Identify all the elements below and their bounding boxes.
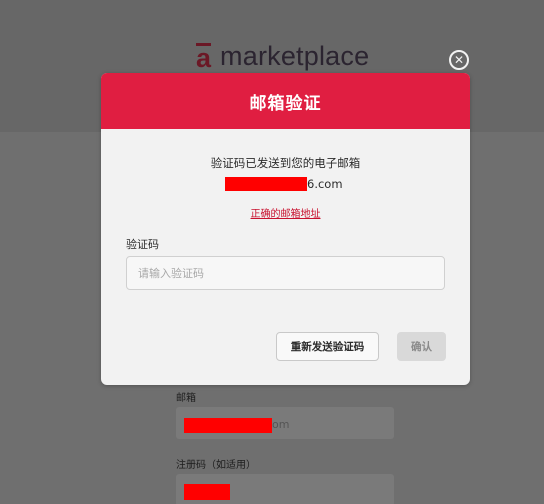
redacted-email	[184, 418, 272, 433]
verification-code-label: 验证码	[126, 238, 159, 251]
signup-code-label: 注册码（如适用）	[176, 460, 256, 471]
dialog-title: 邮箱验证	[249, 93, 322, 114]
email-label: 邮箱	[176, 393, 196, 404]
resend-code-button[interactable]: 重新发送验证码	[276, 332, 379, 361]
brand-mark: a	[196, 42, 212, 73]
brand-name: marketplace	[220, 40, 370, 71]
verification-code-input[interactable]	[126, 256, 445, 290]
marketplace-logo: a marketplace	[196, 40, 369, 72]
dialog-header: 邮箱验证	[101, 73, 470, 129]
close-icon[interactable]: ✕	[449, 50, 469, 70]
email-suffix: 6.com	[307, 177, 343, 191]
email-field-value: om	[272, 418, 290, 431]
correct-email-link[interactable]: 正确的邮箱地址	[101, 205, 470, 220]
recipient-email: 6.com	[225, 177, 343, 191]
email-verification-dialog: 邮箱验证 验证码已发送到您的电子邮箱 6.com 正确的邮箱地址 验证码 重新发…	[101, 73, 470, 385]
redacted-signup-code	[184, 484, 230, 500]
redacted-email-address	[225, 177, 307, 191]
confirm-button[interactable]: 确认	[397, 332, 446, 361]
code-sent-message: 验证码已发送到您的电子邮箱	[210, 156, 361, 170]
